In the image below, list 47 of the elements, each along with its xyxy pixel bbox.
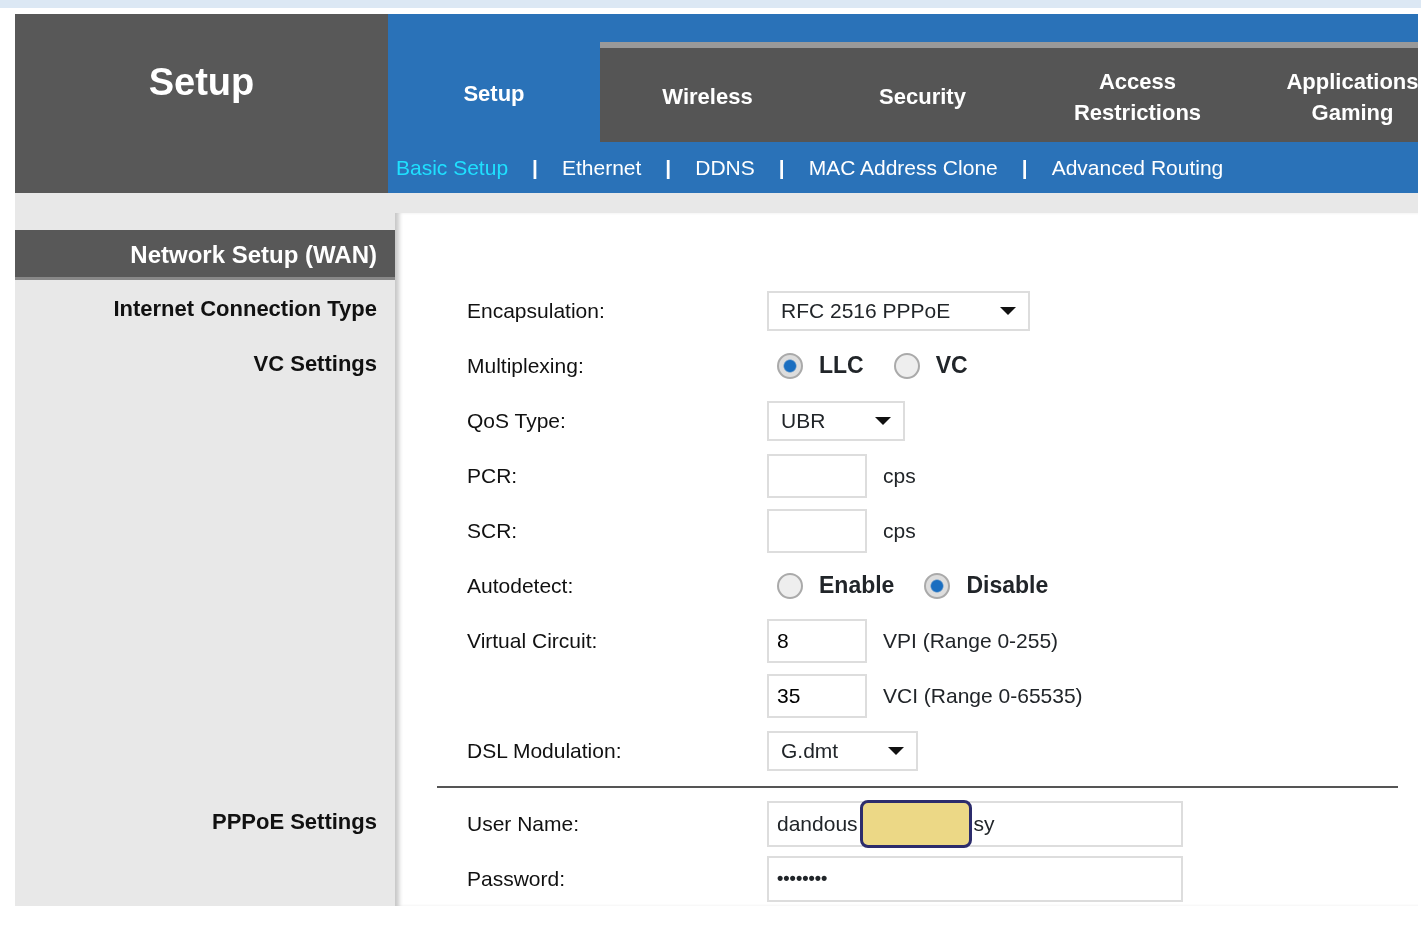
field-label: QoS Type: (467, 408, 566, 432)
field-label: Virtual Circuit: (467, 628, 598, 652)
radio-label: LLC (819, 351, 864, 381)
field-label: User Name: (467, 811, 580, 835)
section-label: Internet Connection Type (112, 295, 378, 323)
input-field[interactable]: dandous sy (767, 800, 1183, 847)
subnav-link[interactable]: Advanced Routing (1051, 151, 1224, 184)
dropdown[interactable]: UBR (767, 400, 906, 441)
page-title: Setup (15, 14, 388, 193)
nav-tab[interactable]: Wireless (600, 48, 815, 142)
field-label: Autodetect: (467, 573, 574, 597)
subnav-link[interactable]: MAC Address Clone (808, 151, 998, 184)
input-field[interactable]: 8 (767, 618, 867, 663)
unit-label: VPI (Range 0-255) (883, 627, 1059, 654)
field-label: Encapsulation: (467, 298, 605, 322)
radio-label: VC (935, 351, 968, 381)
separator: | (778, 154, 785, 181)
sidebar-heading: Network Setup (WAN) (15, 230, 395, 280)
caret-icon (875, 416, 892, 425)
input-field[interactable] (767, 453, 867, 498)
input-field[interactable] (767, 508, 867, 553)
section-label: PPPoE Settings (210, 808, 378, 836)
section-label: VC Settings (252, 350, 378, 378)
input-field[interactable]: 35 (767, 673, 867, 718)
dropdown[interactable]: RFC 2516 PPPoE (767, 290, 1031, 331)
field-label: PCR: (467, 463, 518, 487)
caret-icon (1000, 306, 1017, 315)
caret-icon (888, 746, 905, 755)
unit-label: cps (883, 462, 916, 489)
dropdown[interactable]: G.dmt (767, 730, 919, 771)
radio-label: Enable (819, 571, 895, 601)
field-label: Multiplexing: (467, 353, 584, 377)
field-label: DSL Modulation: (467, 738, 622, 762)
unit-label: cps (883, 517, 916, 544)
subnav-link[interactable]: DDNS (695, 151, 755, 184)
radio-label: Disable (966, 571, 1049, 601)
subnav-link[interactable]: Ethernet (561, 151, 642, 184)
field-label: SCR: (467, 518, 518, 542)
separator: | (1021, 154, 1028, 181)
field-label: Password: (467, 866, 566, 890)
nav-tab[interactable]: Applications Gaming (1245, 48, 1418, 142)
nav-tab[interactable]: Security (815, 48, 1030, 142)
nav-tab[interactable]: Access Restrictions (1030, 48, 1245, 142)
unit-label: VCI (Range 0-65535) (883, 682, 1083, 709)
separator: | (665, 154, 672, 181)
password-field[interactable]: •••••••• (767, 855, 1183, 902)
separator: | (532, 154, 538, 181)
